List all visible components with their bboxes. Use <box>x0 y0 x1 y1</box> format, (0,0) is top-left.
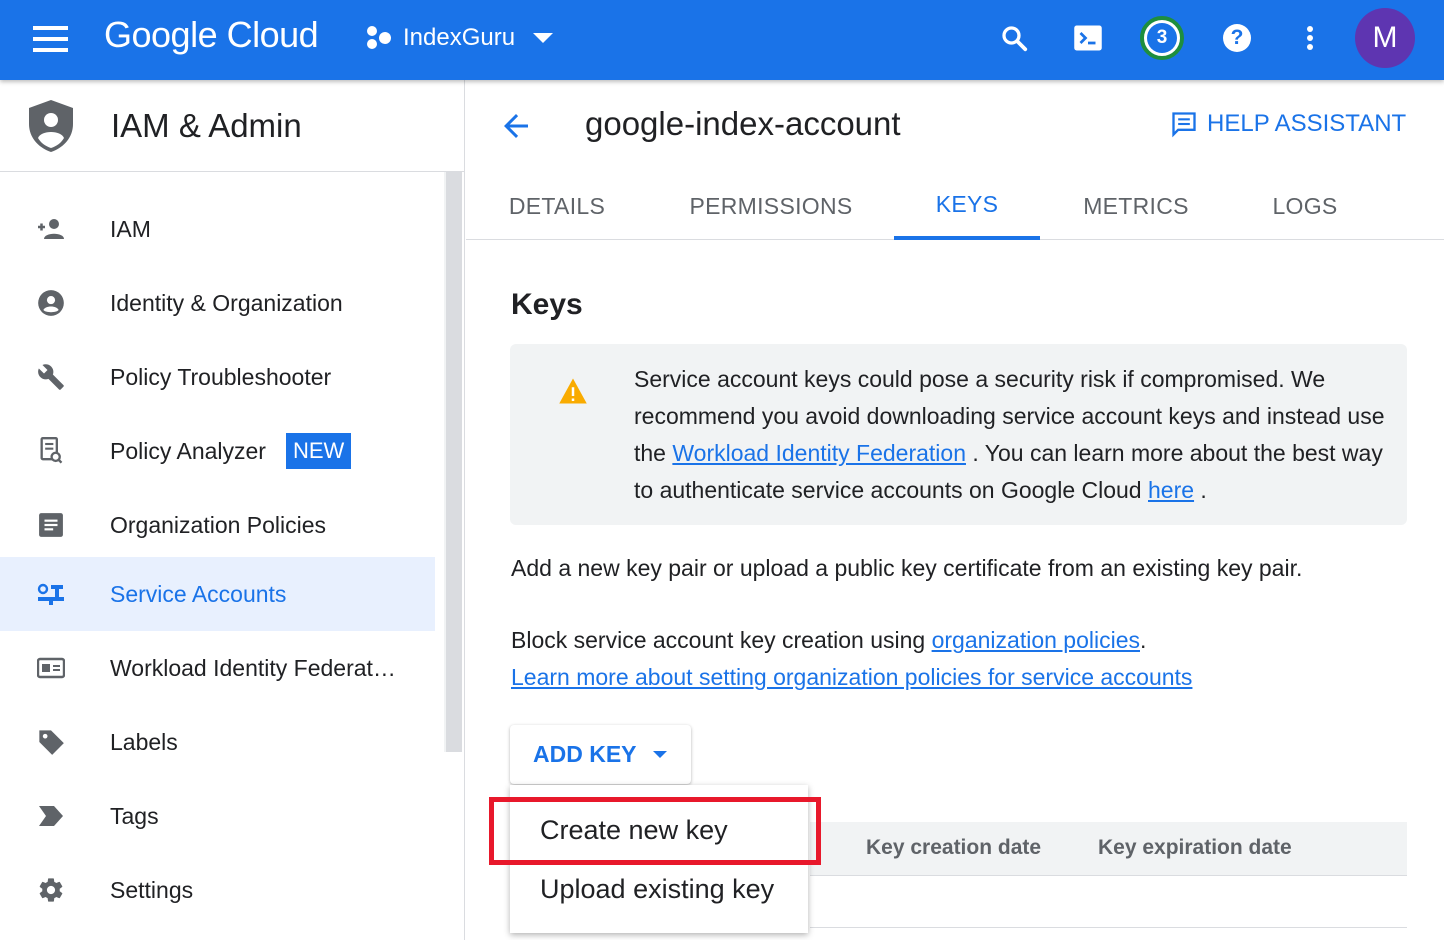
tab-permissions[interactable]: PERMISSIONS <box>676 172 866 240</box>
page-header: google-index-account HELP ASSISTANT <box>466 80 1444 172</box>
sidebar-item-policy-troubleshooter[interactable]: Policy Troubleshooter <box>0 340 435 414</box>
keys-table-header: Key creation date Key expiration date <box>810 822 1407 876</box>
sidebar-item-policy-analyzer[interactable]: Policy Analyzer NEW <box>0 414 435 488</box>
sidebar-item-label: Workload Identity Federat… <box>110 654 396 681</box>
upload-existing-key-option[interactable]: Upload existing key <box>510 860 808 918</box>
create-new-key-option[interactable]: Create new key <box>510 801 808 859</box>
sidebar-item-label: Service Accounts <box>110 580 287 607</box>
policy-analyzer-icon <box>36 436 66 466</box>
wrench-icon <box>36 362 66 392</box>
sidebar-item-label: Settings <box>110 876 194 903</box>
tab-bar: DETAILS PERMISSIONS KEYS METRICS LOGS <box>466 172 1444 240</box>
sidebar-item-label: Organization Policies <box>110 511 327 538</box>
tab-details[interactable]: DETAILS <box>490 172 624 240</box>
sidebar-item-label: Tags <box>110 802 159 829</box>
section-title: Keys <box>511 288 583 321</box>
service-account-icon <box>36 579 66 609</box>
sidebar-item-tags[interactable]: Tags <box>0 779 435 853</box>
cloud-shell-icon[interactable] <box>1064 14 1112 62</box>
gear-icon <box>36 875 66 905</box>
workload-identity-federation-link[interactable]: Workload Identity Federation <box>672 440 966 466</box>
sidebar-item-label: Policy Analyzer <box>110 437 266 464</box>
new-badge: NEW <box>286 433 352 469</box>
help-assistant-label: HELP ASSISTANT <box>1207 110 1407 137</box>
hamburger-menu-icon[interactable] <box>33 26 68 52</box>
sidebar-item-labels[interactable]: Labels <box>0 705 435 779</box>
sidebar-item-workload-identity-federation[interactable]: Workload Identity Federat… <box>0 631 435 705</box>
tab-metrics[interactable]: METRICS <box>1070 172 1202 240</box>
warning-text-part: . <box>1194 477 1207 503</box>
notifications-badge[interactable]: 3 <box>1138 14 1186 62</box>
sidebar-header: IAM & Admin <box>0 80 464 172</box>
back-arrow-icon[interactable] <box>498 108 538 144</box>
sidebar-item-iam[interactable]: IAM <box>0 192 435 266</box>
sidebar-item-label: Identity & Organization <box>110 289 343 316</box>
add-key-menu: Create new key Upload existing key <box>510 785 808 933</box>
project-name: IndexGuru <box>403 24 516 51</box>
sidebar-item-settings[interactable]: Settings <box>0 853 435 927</box>
warning-banner: Service account keys could pose a securi… <box>510 344 1407 525</box>
more-vert-icon[interactable] <box>1286 14 1334 62</box>
tab-logs[interactable]: LOGS <box>1256 172 1354 240</box>
block-period: . <box>1140 627 1147 653</box>
chat-icon <box>1172 112 1196 138</box>
block-key-creation-text: Block service account key creation using… <box>511 622 1192 696</box>
column-header[interactable]: Key creation date <box>866 836 1041 860</box>
organization-policies-link[interactable]: organization policies <box>932 627 1140 653</box>
sidebar-item-service-accounts[interactable]: Service Accounts <box>0 557 435 631</box>
help-assistant-button[interactable]: HELP ASSISTANT <box>1169 110 1406 138</box>
sidebar-item-label: Policy Troubleshooter <box>110 363 332 390</box>
account-circle-icon <box>36 288 66 318</box>
shield-icon <box>29 99 73 152</box>
avatar[interactable]: M <box>1355 8 1415 68</box>
tag-arrow-icon <box>36 801 66 831</box>
sidebar-item-identity-organization[interactable]: Identity & Organization <box>0 266 435 340</box>
notification-count: 3 <box>1147 23 1177 53</box>
brand-logo[interactable]: Google Cloud <box>104 14 319 56</box>
person-add-icon <box>36 214 66 244</box>
page-title: google-index-account <box>585 105 901 142</box>
add-key-label: ADD KEY <box>533 741 637 767</box>
tab-keys[interactable]: KEYS <box>894 172 1040 240</box>
sidebar-item-label: IAM <box>110 215 151 242</box>
search-icon[interactable] <box>990 14 1038 62</box>
learn-more-link[interactable]: Learn more about setting organization po… <box>511 664 1192 690</box>
top-app-bar: Google Cloud IndexGuru 3 ? M <box>0 0 1444 80</box>
warning-icon <box>558 377 588 410</box>
sidebar-item-label: Labels <box>110 728 178 755</box>
sidebar-item-organization-policies[interactable]: Organization Policies <box>0 488 435 562</box>
caret-down-icon <box>652 751 667 758</box>
add-key-button[interactable]: ADD KEY <box>510 725 691 784</box>
label-icon <box>36 727 66 757</box>
sidebar: IAM & Admin IAM Identity & Organization … <box>0 80 465 940</box>
sidebar-title: IAM & Admin <box>111 106 302 144</box>
table-divider <box>810 927 1407 928</box>
add-key-pair-text: Add a new key pair or upload a public ke… <box>511 555 1303 581</box>
warning-text: Service account keys could pose a securi… <box>634 361 1394 509</box>
here-link[interactable]: here <box>1148 477 1194 503</box>
project-selector[interactable]: IndexGuru <box>365 20 554 56</box>
column-header[interactable]: Key expiration date <box>1098 836 1292 860</box>
id-card-icon <box>36 653 66 683</box>
caret-down-icon <box>533 33 554 43</box>
document-icon <box>36 510 66 540</box>
block-text: Block service account key creation using <box>511 627 932 653</box>
help-icon[interactable]: ? <box>1213 14 1261 62</box>
project-hexagon-icon <box>365 24 393 52</box>
sidebar-scrollbar[interactable] <box>444 172 462 752</box>
